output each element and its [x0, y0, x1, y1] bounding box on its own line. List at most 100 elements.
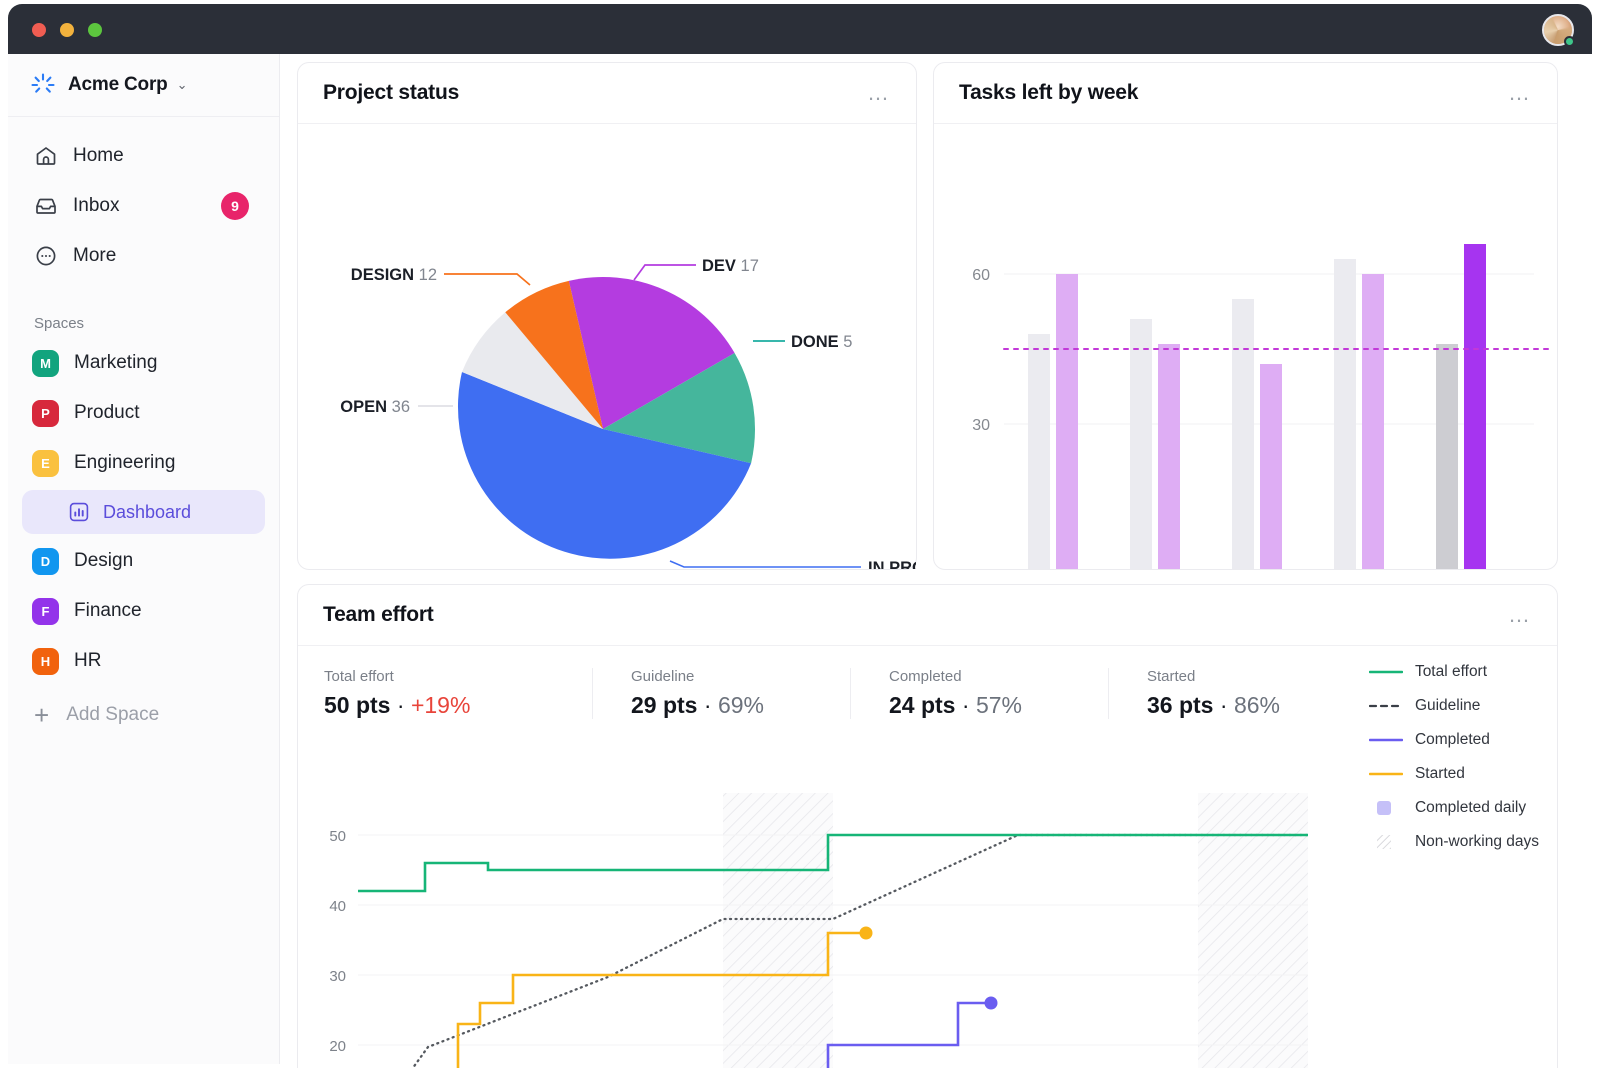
- sidebar-item-dashboard-label: Dashboard: [103, 502, 191, 523]
- sidebar-item-dashboard[interactable]: Dashboard: [22, 490, 265, 534]
- card-menu-icon[interactable]: …: [1508, 604, 1532, 626]
- sidebar-item-finance-label: Finance: [74, 600, 142, 622]
- sidebar-item-hr-label: HR: [74, 650, 101, 672]
- y-tick-50: 50: [329, 828, 346, 845]
- stat-guideline: Guideline 29 pts · 69%: [592, 668, 850, 719]
- pie-label-open: OPEN 36: [340, 398, 410, 416]
- space-chip-marketing: M: [32, 350, 59, 377]
- stat-completed: Completed 24 pts · 57%: [850, 668, 1108, 719]
- nav-item-inbox-label: Inbox: [73, 195, 119, 217]
- sidebar-item-product[interactable]: P Product: [20, 388, 267, 438]
- space-chip-finance: F: [32, 598, 59, 625]
- sidebar-item-finance[interactable]: F Finance: [20, 586, 267, 636]
- bar-week1-current[interactable]: [1056, 274, 1078, 569]
- app-window: Acme Corp ⌄ Home: [0, 0, 1600, 1068]
- sidebar-item-marketing-label: Marketing: [74, 352, 157, 374]
- y-tick-30: 30: [972, 417, 990, 434]
- bar-week5-current[interactable]: [1464, 244, 1486, 569]
- marker-started[interactable]: [860, 927, 873, 940]
- pie-leader-in-progress: [670, 561, 861, 567]
- stat-started: Started 36 pts · 86%: [1108, 668, 1310, 719]
- nav-item-more-label: More: [73, 245, 116, 267]
- bar-week1-previous[interactable]: [1028, 334, 1050, 569]
- sidebar-item-marketing[interactable]: M Marketing: [20, 338, 267, 388]
- zoom-window-button[interactable]: [88, 23, 102, 37]
- stat-total-effort-value: 50 pts · +19%: [324, 692, 562, 719]
- card-project-status-header: Project status …: [298, 63, 916, 124]
- chart-bar-icon: [68, 501, 90, 523]
- space-chip-engineering: E: [32, 450, 59, 477]
- minimize-window-button[interactable]: [60, 23, 74, 37]
- sidebar-item-design-label: Design: [74, 550, 133, 572]
- nav-item-inbox[interactable]: Inbox 9: [22, 181, 265, 231]
- bar-week5-previous[interactable]: [1436, 344, 1458, 569]
- bar-week3-previous[interactable]: [1232, 299, 1254, 569]
- bar-week4-previous[interactable]: [1334, 259, 1356, 569]
- avatar[interactable]: [1542, 14, 1574, 46]
- stat-guideline-value: 29 pts · 69%: [631, 692, 820, 719]
- pie-chart: DEV 17 DONE 5 IN PROGRESS 5 OPEN 36 DESI…: [298, 124, 916, 569]
- nav-item-more[interactable]: More: [22, 231, 265, 281]
- stat-guideline-label: Guideline: [631, 668, 820, 685]
- bar-week4-current[interactable]: [1362, 274, 1384, 569]
- bar-week3-current[interactable]: [1260, 364, 1282, 569]
- sidebar-item-engineering-label: Engineering: [74, 452, 175, 474]
- more-circle-icon: [34, 244, 58, 268]
- sidebar-item-engineering[interactable]: E Engineering: [20, 438, 267, 488]
- pie-label-dev: DEV 17: [702, 257, 759, 275]
- spaces-section-title: Spaces: [34, 315, 279, 332]
- legend-line-icon: [1369, 664, 1403, 680]
- stat-total-effort-label: Total effort: [324, 668, 562, 685]
- card-team-effort-header: Team effort …: [298, 585, 1557, 646]
- card-team-effort: Team effort … Total effort 50 pts · +19%…: [297, 584, 1558, 1068]
- inbox-badge-count: 9: [221, 192, 249, 220]
- stat-total-effort: Total effort 50 pts · +19%: [324, 668, 592, 719]
- card-team-effort-title: Team effort: [323, 603, 434, 627]
- y-tick-30: 30: [329, 968, 346, 985]
- pie-label-design: DESIGN 12: [351, 266, 437, 284]
- plus-icon: +: [34, 702, 49, 728]
- sidebar-item-hr[interactable]: H HR: [20, 636, 267, 686]
- workspace-name: Acme Corp: [68, 74, 168, 96]
- primary-nav: Home Inbox 9: [8, 117, 279, 281]
- sidebar-item-product-label: Product: [74, 402, 139, 424]
- page-title: Project status: [323, 81, 459, 105]
- legend-item-total-effort[interactable]: Total effort: [1369, 663, 1539, 681]
- pie-label-done: DONE 5: [791, 333, 852, 351]
- workspace-switcher[interactable]: Acme Corp ⌄: [8, 54, 279, 117]
- legend-item-total-effort-label: Total effort: [1415, 663, 1487, 681]
- spaces-list: M Marketing P Product E Engineering: [8, 338, 279, 740]
- pie-label-in-progress: IN PROGRESS 5: [868, 559, 916, 569]
- space-chip-hr: H: [32, 648, 59, 675]
- stat-started-label: Started: [1147, 668, 1280, 685]
- y-tick-0: 0: [981, 567, 990, 569]
- burnup-chart: 50 40 30 20: [298, 737, 1557, 1068]
- chevron-down-icon: ⌄: [177, 77, 188, 93]
- y-tick-60: 60: [972, 267, 990, 284]
- card-menu-icon[interactable]: …: [867, 82, 891, 104]
- spinner-logo-icon: [30, 72, 56, 98]
- card-menu-icon[interactable]: …: [1508, 82, 1532, 104]
- nav-item-home[interactable]: Home: [22, 131, 265, 181]
- sidebar: Acme Corp ⌄ Home: [8, 54, 280, 1064]
- add-space-button[interactable]: + Add Space: [20, 690, 267, 740]
- bar-week2-current[interactable]: [1158, 344, 1180, 569]
- window-traffic-lights: [32, 23, 102, 37]
- marker-completed[interactable]: [985, 997, 998, 1010]
- legend-item-guideline[interactable]: Guideline: [1369, 697, 1539, 715]
- card-project-status: Project status …: [297, 62, 917, 570]
- window-titlebar: [8, 4, 1592, 54]
- bar-week2-previous[interactable]: [1130, 319, 1152, 569]
- add-space-label: Add Space: [66, 704, 159, 726]
- home-icon: [34, 144, 58, 168]
- nav-item-home-label: Home: [73, 145, 124, 167]
- card-tasks-left-by-week: Tasks left by week … 0 30 60: [933, 62, 1558, 570]
- pie-leader-design: [444, 274, 530, 285]
- space-chip-design: D: [32, 548, 59, 575]
- close-window-button[interactable]: [32, 23, 46, 37]
- sidebar-item-design[interactable]: D Design: [20, 536, 267, 586]
- card-tasks-left-title: Tasks left by week: [959, 81, 1138, 105]
- y-tick-40: 40: [329, 898, 346, 915]
- legend-dashed-line-icon: [1369, 698, 1403, 714]
- pie-leader-dev: [634, 265, 696, 280]
